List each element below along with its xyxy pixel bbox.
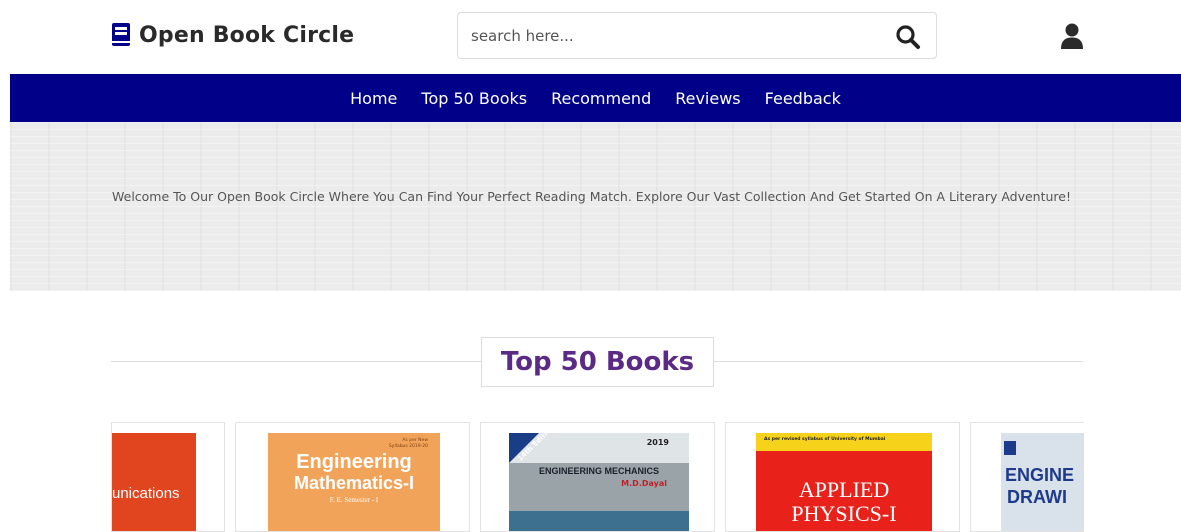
cover-title-line-1: ENGINE bbox=[1005, 465, 1075, 485]
logo[interactable]: Open Book Circle bbox=[111, 22, 354, 48]
divider-right bbox=[714, 361, 1083, 362]
book-card[interactable]: As per revised syllabus of University of… bbox=[725, 422, 960, 532]
cover-title-line-1: Engineering bbox=[296, 451, 412, 473]
book-icon bbox=[111, 22, 131, 48]
book-card[interactable]: As per New Syllabus 2019-20 Engineering … bbox=[235, 422, 470, 532]
section-heading: Top 50 Books bbox=[111, 337, 1083, 387]
book-card[interactable]: ENGINE DRAWI bbox=[970, 422, 1084, 532]
hero-banner: Welcome To Our Open Book Circle Where Yo… bbox=[10, 122, 1181, 291]
nav-item-recommend[interactable]: Recommend bbox=[551, 89, 651, 108]
user-icon[interactable] bbox=[1058, 22, 1086, 50]
hero-text: Welcome To Our Open Book Circle Where Yo… bbox=[112, 189, 1071, 204]
cover-subtitle: F. E. Semester - I bbox=[329, 496, 379, 504]
cover-note: As per revised syllabus of University of… bbox=[764, 437, 886, 442]
header: Open Book Circle bbox=[0, 0, 1181, 74]
book-card[interactable]: 14th Edition 2019 ENGINEERING MECHANICS … bbox=[480, 422, 715, 532]
publisher-logo bbox=[1004, 441, 1016, 455]
nav-item-feedback[interactable]: Feedback bbox=[765, 89, 841, 108]
cover-author: M.D.Dayal bbox=[621, 479, 667, 488]
book-card[interactable]: unications bbox=[111, 422, 225, 532]
book-cover: unications bbox=[112, 433, 196, 531]
cover-title-line-1: APPLIED bbox=[798, 477, 890, 502]
search-icon[interactable] bbox=[894, 23, 922, 51]
book-cover: As per New Syllabus 2019-20 Engineering … bbox=[268, 433, 440, 531]
cover-year: 2019 bbox=[646, 438, 669, 447]
divider-left bbox=[111, 361, 481, 362]
nav-list: Home Top 50 Books Recommend Reviews Feed… bbox=[10, 74, 1181, 122]
section-title: Top 50 Books bbox=[500, 347, 695, 377]
logo-text: Open Book Circle bbox=[139, 22, 355, 48]
cover-title: ENGINEERING MECHANICS bbox=[538, 466, 659, 476]
nav-item-home[interactable]: Home bbox=[350, 89, 397, 108]
book-cover: As per revised syllabus of University of… bbox=[756, 433, 932, 531]
nav-item-top-50-books[interactable]: Top 50 Books bbox=[421, 89, 527, 108]
nav-item-reviews[interactable]: Reviews bbox=[675, 89, 740, 108]
cover-text: unications bbox=[112, 485, 180, 502]
section-title-box: Top 50 Books bbox=[481, 337, 714, 387]
cover-title-line-2: DRAWI bbox=[1007, 487, 1067, 507]
main-navbar: Home Top 50 Books Recommend Reviews Feed… bbox=[10, 74, 1181, 122]
search-input[interactable] bbox=[471, 25, 871, 47]
book-cover: 14th Edition 2019 ENGINEERING MECHANICS … bbox=[509, 433, 689, 531]
book-cover: ENGINE DRAWI bbox=[1001, 433, 1084, 531]
cover-title-line-2: PHYSICS-I bbox=[791, 501, 897, 526]
cover-note: As per New Syllabus 2019-20 bbox=[388, 438, 428, 449]
search-box bbox=[457, 12, 937, 59]
cover-title-line-2: Mathematics-I bbox=[293, 473, 415, 493]
